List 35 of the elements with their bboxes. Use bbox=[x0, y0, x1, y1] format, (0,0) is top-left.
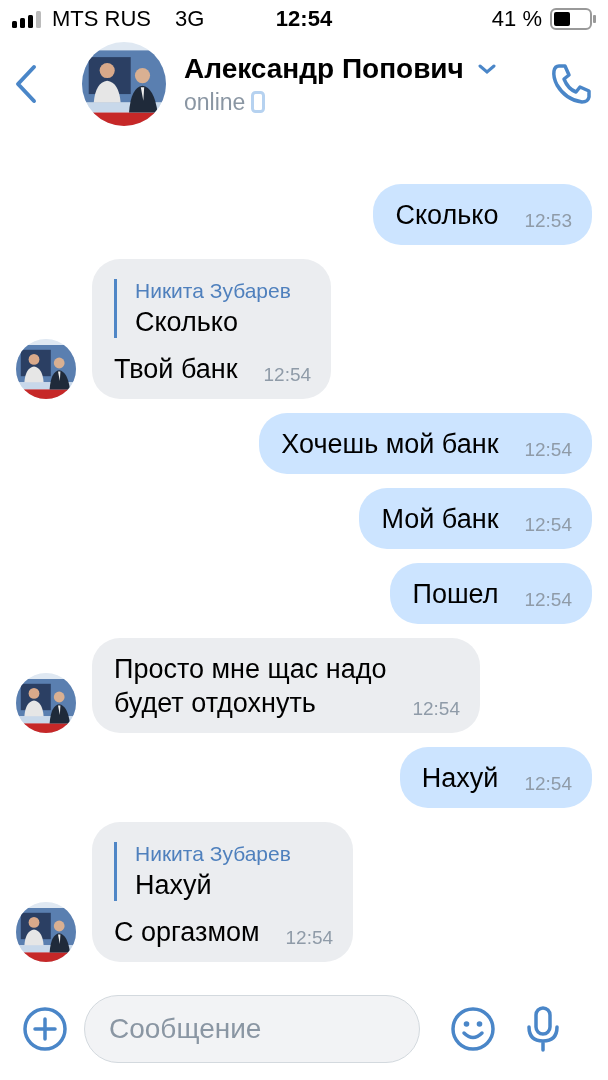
add-icon[interactable] bbox=[22, 1006, 68, 1052]
message-time: 12:54 bbox=[524, 440, 572, 460]
message-time: 12:54 bbox=[524, 515, 572, 535]
message-text: Просто мне щас надо будет отдохнуть bbox=[114, 653, 387, 720]
message-text: Пошел bbox=[412, 578, 499, 611]
message-time: 12:54 bbox=[263, 365, 312, 385]
message-time: 12:54 bbox=[524, 590, 572, 610]
message-text: Хочешь мой банк bbox=[281, 428, 499, 461]
microphone-icon[interactable] bbox=[526, 1006, 560, 1052]
phone-icon[interactable] bbox=[550, 63, 592, 105]
quoted-text: Сколько bbox=[135, 307, 239, 338]
message-text: Сколько bbox=[395, 199, 499, 232]
mobile-icon bbox=[251, 91, 266, 113]
quoted-author: Никита Зубарев bbox=[135, 842, 292, 866]
message-text: Мой банк bbox=[381, 503, 499, 536]
smiley-icon[interactable] bbox=[450, 1006, 496, 1052]
message-time: 12:54 bbox=[524, 774, 572, 794]
message-time: 12:54 bbox=[285, 928, 334, 948]
message-time: 12:53 bbox=[524, 211, 572, 231]
message-text: Твой банк bbox=[114, 353, 238, 386]
contact-name[interactable]: Александр Попович bbox=[184, 52, 464, 85]
message-time: 12:54 bbox=[412, 699, 460, 719]
clock: 12:54 bbox=[275, 6, 333, 32]
network-type: 3G bbox=[175, 6, 205, 32]
quoted-author: Никита Зубарев bbox=[135, 279, 292, 303]
chevron-down-icon[interactable] bbox=[477, 63, 496, 74]
online-status: online bbox=[184, 88, 246, 116]
message-input[interactable]: Сообщение bbox=[84, 995, 420, 1063]
message-text: Нахуй bbox=[421, 762, 499, 795]
quoted-text: Нахуй bbox=[135, 870, 213, 901]
battery-percent: 41 % bbox=[491, 6, 542, 32]
message-text: С оргазмом bbox=[114, 916, 260, 949]
carrier-name: MTS RUS bbox=[52, 6, 151, 32]
battery-icon bbox=[550, 8, 596, 30]
back-icon[interactable] bbox=[14, 64, 38, 104]
